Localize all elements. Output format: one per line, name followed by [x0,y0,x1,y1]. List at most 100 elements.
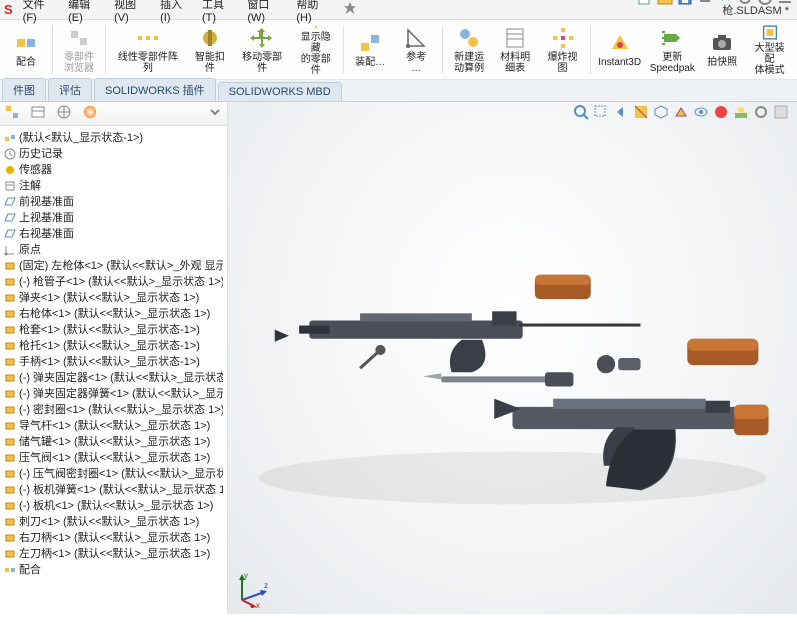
tree-assembly[interactable]: (默认<默认_显示状态-1>) [2,130,225,146]
fmtab-tree-icon[interactable] [4,104,20,123]
tree-label: 右视基准面 [19,227,74,241]
ribbon-explode[interactable]: 爆炸视图 [539,22,586,78]
ribbon-motionstudy[interactable]: 新建运 动算例 [447,22,491,78]
ribbon-smartfasteners-label: 智能扣 件 [195,52,225,74]
tree-part-label: (-) 压气阀密封圈<1> (默认<<默认>_显示状态 [19,467,223,481]
ribbon-bom-label: 材料明 细表 [500,52,530,74]
tree-sensor[interactable]: 传感器 [2,162,225,178]
ribbon-movecomp-label: 移动零部件 [238,52,287,74]
feature-manager: (默认<默认_显示状态-1>) 历史记录传感器注解前视基准面上视基准面右视基准面原… [0,102,228,614]
tree-part-label: (固定) 左枪体<1> (默认<<默认>_外观 显示状 [19,259,223,273]
tree-part-label: 压气阀<1> (默认<<默认>_显示状态 1>) [19,451,210,465]
ribbon-linearpattern[interactable]: 线性零部件阵列 [110,22,186,78]
tree-part[interactable]: (-) 板机<1> (默认<<默认>_显示状态 1>) [2,498,225,514]
tree-history[interactable]: 历史记录 [2,146,225,162]
ribbon-snapshot[interactable]: 拍快照 [700,22,744,78]
tree-part-label: 弹夹<1> (默认<<默认>_显示状态 1>) [19,291,199,305]
tree-part-label: 枪托<1> (默认<<默认>_显示状态-1>) [19,339,200,353]
menu-window[interactable]: 窗口(W) [247,0,286,24]
tree-part[interactable]: (-) 密封圈<1> (默认<<默认>_显示状态 1>) [2,402,225,418]
tree-part[interactable]: 枪套<1> (默认<<默认>_显示状态-1>) [2,322,225,338]
ribbon-instant3d-label: Instant3D [598,57,641,68]
tab-evaluate[interactable]: 评估 [48,78,92,101]
tree-part-label: (-) 板机<1> (默认<<默认>_显示状态 1>) [19,499,213,513]
tree-part[interactable]: 压气阀<1> (默认<<默认>_显示状态 1>) [2,450,225,466]
tree-part-label: (-) 弹夹固定器<1> (默认<<默认>_显示状态 1 [19,371,223,385]
tree-plane[interactable]: 上视基准面 [2,210,225,226]
fmtab-property-icon[interactable] [30,104,46,123]
qat-print-icon[interactable] [697,0,713,9]
tree-origin[interactable]: 原点 [2,242,225,258]
tree-part[interactable]: 右枪体<1> (默认<<默认>_显示状态 1>) [2,306,225,322]
menu-file[interactable]: 文件(F) [23,0,58,24]
axis-x-label: x [256,601,260,608]
ribbon-showhidden[interactable]: 显示隐藏 的零部件 [292,22,339,78]
tree-part[interactable]: 储气罐<1> (默认<<默认>_显示状态 1>) [2,434,225,450]
tree-label: 传感器 [19,163,52,177]
tree-part[interactable]: (-) 板机弹簧<1> (默认<<默认>_显示状态 1>) [2,482,225,498]
tree-part-label: 刺刀<1> (默认<<默认>_显示状态 1>) [19,515,199,529]
tree-part[interactable]: 左刀柄<1> (默认<<默认>_显示状态 1>) [2,546,225,562]
ribbon-movecomp[interactable]: 移动零部件 [234,22,291,78]
ribbon-bom[interactable]: 材料明 细表 [493,22,537,78]
tab-sw-addins[interactable]: SOLIDWORKS 插件 [94,78,216,101]
document-title: 枪.SLDASM * [722,2,789,18]
ribbon-mate[interactable]: 配合 [4,22,48,78]
tree-part[interactable]: 右刀柄<1> (默认<<默认>_显示状态 1>) [2,530,225,546]
ribbon-showhidden-label: 显示隐藏 的零部件 [296,32,335,76]
model-render [228,102,797,622]
tree-part-label: 右枪体<1> (默认<<默认>_显示状态 1>) [19,307,210,321]
tree-part[interactable]: (-) 弹夹固定器<1> (默认<<默认>_显示状态 1 [2,370,225,386]
ribbon-compbrowser: 零部件 浏览器 [57,22,101,78]
menu-help[interactable]: 帮助(H) [296,0,333,24]
qat-save-icon[interactable] [677,0,693,9]
tree-label: 原点 [19,243,41,257]
tree-part[interactable]: (-) 弹夹固定器弹簧<1> (默认<<默认>_显示状 [2,386,225,402]
tree-plane[interactable]: 右视基准面 [2,226,225,242]
tree-label: 上视基准面 [19,211,74,225]
view-triad[interactable]: y z x [234,568,274,608]
tree-part[interactable]: 刺刀<1> (默认<<默认>_显示状态 1>) [2,514,225,530]
fmtab-appearance-icon[interactable] [82,104,98,123]
menu-pin-icon[interactable] [343,1,357,18]
ribbon-explode-label: 爆炸视图 [543,52,582,74]
tree-label: 历史记录 [19,147,63,161]
ribbon-mate-label: 配合 [16,57,36,68]
tree-part[interactable]: (-) 枪管子<1> (默认<<默认>_显示状态 1>) [2,274,225,290]
tree-part[interactable]: 弹夹<1> (默认<<默认>_显示状态 1>) [2,290,225,306]
tree-label: 注解 [19,179,41,193]
feature-tree[interactable]: (默认<默认_显示状态-1>) 历史记录传感器注解前视基准面上视基准面右视基准面原… [0,126,227,614]
axis-z-label: z [264,581,268,590]
axis-y-label: y [244,571,248,580]
menu-insert[interactable]: 插入(I) [160,0,192,24]
tree-plane[interactable]: 前视基准面 [2,194,225,210]
ribbon-speedpak[interactable]: 更新 Speedpak [646,22,698,78]
qat-open-icon[interactable] [657,0,673,9]
tree-note[interactable]: 注解 [2,178,225,194]
tree-part[interactable]: (-) 压气阀密封圈<1> (默认<<默认>_显示状态 [2,466,225,482]
ribbon-speedpak-label: 更新 Speedpak [650,52,695,74]
menu-tools[interactable]: 工具(T) [202,0,237,24]
tree-part[interactable]: (固定) 左枪体<1> (默认<<默认>_外观 显示状 [2,258,225,274]
tree-label: (默认<默认_显示状态-1>) [19,131,143,145]
tab-sw-mbd[interactable]: SOLIDWORKS MBD [218,82,342,101]
menu-edit[interactable]: 编辑(E) [68,0,104,24]
tab-drawing[interactable]: 件图 [2,78,46,101]
ribbon: 配合 零部件 浏览器 线性零部件阵列 智能扣 件 移动零部件 显示隐藏 的零部件… [0,20,797,80]
fmtab-config-icon[interactable] [56,104,72,123]
ribbon-assembly[interactable]: 装配… [348,22,392,78]
feature-manager-tabs [0,102,227,126]
tree-part[interactable]: 枪托<1> (默认<<默认>_显示状态-1>) [2,338,225,354]
tree-part[interactable]: 手柄<1> (默认<<默认>_显示状态-1>) [2,354,225,370]
tree-mates-folder[interactable]: 配合 [2,562,225,578]
tree-part[interactable]: 导气杆<1> (默认<<默认>_显示状态 1>) [2,418,225,434]
ribbon-reference[interactable]: 参考 … [394,22,438,78]
graphics-viewport[interactable]: y z x [228,102,797,614]
qat-new-icon[interactable] [637,0,653,9]
ribbon-instant3d[interactable]: Instant3D [595,22,645,78]
ribbon-smartfasteners[interactable]: 智能扣 件 [188,22,232,78]
ribbon-largeasm[interactable]: 大型装配 体模式 [746,22,793,78]
menu-view[interactable]: 视图(V) [114,0,150,24]
app-logo: S [4,2,13,17]
fmtab-collapse-icon[interactable] [207,104,223,123]
